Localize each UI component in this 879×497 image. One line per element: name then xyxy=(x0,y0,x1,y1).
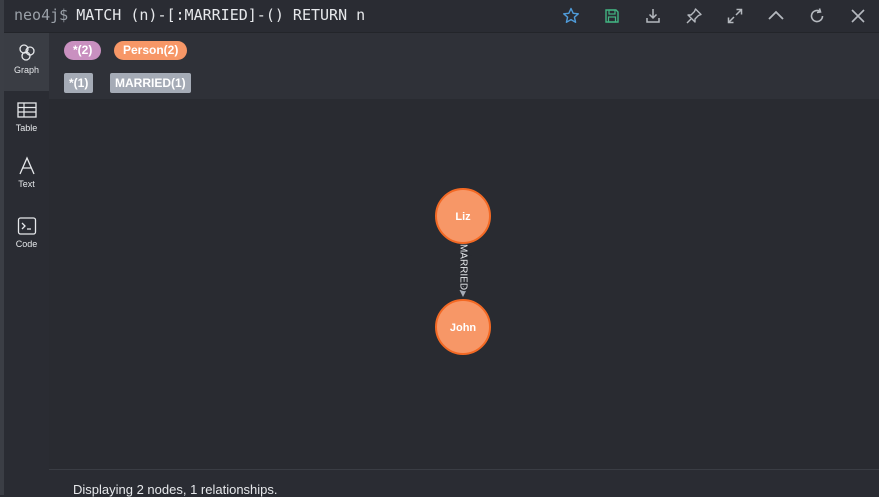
sidebar-item-graph[interactable]: Graph xyxy=(4,33,49,91)
close-icon[interactable] xyxy=(848,6,868,26)
sidebar-item-label: Text xyxy=(18,179,35,189)
legend-relationship-all[interactable]: *(1) xyxy=(64,73,94,93)
legend-label-person[interactable]: Person(2) xyxy=(114,41,188,60)
relationship-arrowhead xyxy=(459,290,467,297)
view-sidebar: Graph Table Text Code xyxy=(4,33,49,495)
table-icon xyxy=(16,102,37,118)
relationship-label: MARRIED xyxy=(457,244,468,290)
star-icon[interactable] xyxy=(561,6,581,26)
query-bar: neo4j$ MATCH (n)-[:MARRIED]-() RETURN n xyxy=(4,0,879,33)
query-text[interactable]: MATCH (n)-[:MARRIED]-() RETURN n xyxy=(76,6,365,24)
graph-visualization: MARRIED Liz John xyxy=(435,188,491,355)
expand-icon[interactable] xyxy=(725,6,745,26)
graph-canvas[interactable]: MARRIED Liz John xyxy=(49,99,879,469)
sidebar-item-label: Code xyxy=(15,239,38,249)
sidebar-item-code[interactable]: Code xyxy=(4,207,49,265)
sidebar-item-text[interactable]: Text xyxy=(4,147,49,205)
node-caption: Liz xyxy=(455,211,471,223)
sidebar-item-label: Table xyxy=(15,123,38,133)
graph-legend: *(2) Person(2) *(1) MARRIED(1) xyxy=(49,33,879,99)
sidebar-item-table[interactable]: Table xyxy=(4,91,49,149)
node-caption: John xyxy=(450,322,477,334)
text-icon xyxy=(18,156,35,175)
code-icon xyxy=(17,217,36,235)
pin-icon[interactable] xyxy=(684,6,704,26)
legend-relationship-married[interactable]: MARRIED(1) xyxy=(110,73,191,93)
sidebar-item-label: Graph xyxy=(13,65,39,75)
save-icon[interactable] xyxy=(602,6,622,26)
legend-label-all[interactable]: *(2) xyxy=(64,41,102,60)
collapse-up-icon[interactable] xyxy=(766,6,786,26)
query-prompt: neo4j$ xyxy=(14,6,69,24)
status-bar: Displaying 2 nodes, 1 relationships. xyxy=(49,469,879,497)
download-icon[interactable] xyxy=(643,6,663,26)
refresh-icon[interactable] xyxy=(807,6,827,26)
graph-icon xyxy=(18,44,35,61)
query-editor[interactable]: neo4j$ MATCH (n)-[:MARRIED]-() RETURN n xyxy=(14,6,365,24)
